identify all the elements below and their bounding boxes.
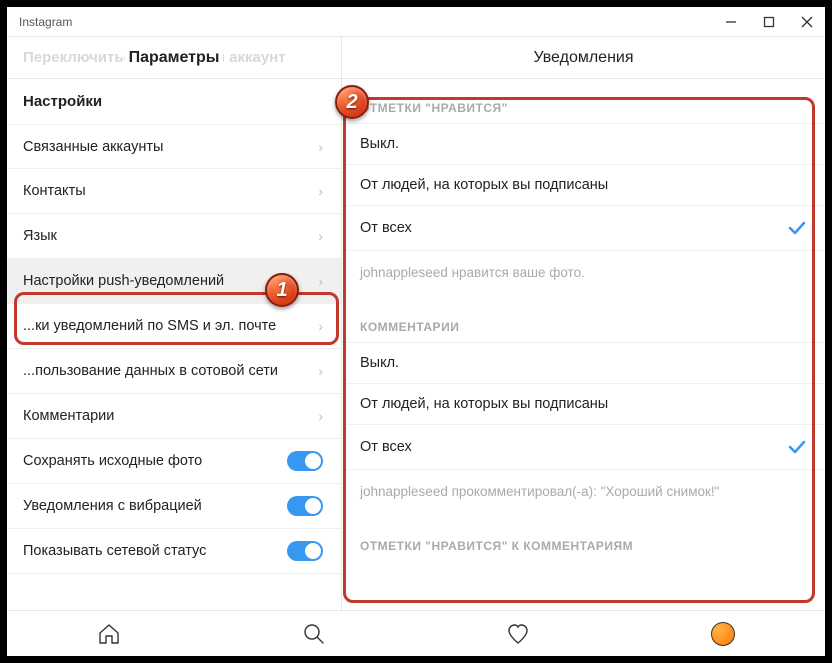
toggle-switch[interactable] — [287, 451, 323, 471]
option-label: От всех — [360, 220, 412, 236]
content-scroll[interactable]: ОТМЕТКИ "НРАВИТСЯ" Выкл. От людей, на ко… — [342, 79, 825, 617]
minimize-button[interactable] — [721, 12, 741, 32]
sidebar-item-show-online-status[interactable]: Показывать сетевой статус — [7, 529, 341, 574]
option-comments-off[interactable]: Выкл. — [342, 342, 825, 384]
nav-profile[interactable] — [710, 621, 736, 647]
content-panel: ОТМЕТКИ "НРАВИТСЯ" Выкл. От людей, на ко… — [342, 79, 825, 617]
nav-search[interactable] — [301, 621, 327, 647]
option-label: От всех — [360, 439, 412, 455]
chevron-right-icon: › — [318, 318, 323, 334]
option-likes-off[interactable]: Выкл. — [342, 123, 825, 165]
header-right: Уведомления — [342, 37, 825, 78]
maximize-button[interactable] — [759, 12, 779, 32]
header-right-title: Уведомления — [533, 49, 633, 67]
window-controls — [721, 12, 817, 32]
chevron-right-icon: › — [318, 183, 323, 199]
nav-activity[interactable] — [505, 621, 531, 647]
sidebar-item-sms-email-notifications[interactable]: ...ки уведомлений по SMS и эл. почте › — [7, 304, 341, 349]
sidebar-item-save-original-photos[interactable]: Сохранять исходные фото — [7, 439, 341, 484]
close-button[interactable] — [797, 12, 817, 32]
chevron-right-icon: › — [318, 228, 323, 244]
option-label: Выкл. — [360, 136, 399, 152]
sidebar-item-label: Показывать сетевой статус — [23, 543, 206, 559]
chevron-right-icon: › — [318, 408, 323, 424]
option-label: От людей, на которых вы подписаны — [360, 177, 608, 193]
profile-avatar-icon — [711, 622, 735, 646]
section-title-comments: КОММЕНТАРИИ — [342, 298, 825, 342]
sidebar-item-label: Связанные аккаунты — [23, 139, 163, 155]
sidebar-item-label: ...пользование данных в сотовой сети — [23, 363, 278, 379]
option-label: Выкл. — [360, 355, 399, 371]
sidebar-item-push-notifications[interactable]: Настройки push-уведомлений › — [7, 259, 341, 304]
toggle-switch[interactable] — [287, 496, 323, 516]
option-comments-following[interactable]: От людей, на которых вы подписаны — [342, 384, 825, 425]
chevron-right-icon: › — [318, 363, 323, 379]
chevron-right-icon: › — [318, 273, 323, 289]
check-icon — [787, 218, 807, 238]
sidebar-item-label: Настройки push-уведомлений — [23, 273, 224, 289]
toggle-switch[interactable] — [287, 541, 323, 561]
sidebar-item-language[interactable]: Язык › — [7, 214, 341, 259]
sidebar-item-label: ...ки уведомлений по SMS и эл. почте — [23, 318, 276, 334]
option-comments-everyone[interactable]: От всех — [342, 425, 825, 470]
sidebar-item-cellular-data[interactable]: ...пользование данных в сотовой сети › — [7, 349, 341, 394]
header-left-title: Параметры — [125, 49, 224, 67]
option-label: От людей, на которых вы подписаны — [360, 396, 608, 412]
section-hint-comments: johnappleseed прокомментировал(-а): "Хор… — [342, 470, 825, 517]
sidebar-item-label: Сохранять исходные фото — [23, 453, 202, 469]
header-left: Переключиться на личный аккаунт Параметр… — [7, 37, 342, 78]
sidebar-item-label: Комментарии — [23, 408, 114, 424]
option-likes-following[interactable]: От людей, на которых вы подписаны — [342, 165, 825, 206]
chevron-right-icon: › — [318, 139, 323, 155]
sidebar-item-contacts[interactable]: Контакты › — [7, 169, 341, 214]
main: Настройки Связанные аккаунты › Контакты … — [7, 79, 825, 617]
app-title: Instagram — [19, 15, 72, 29]
header-row: Переключиться на личный аккаунт Параметр… — [7, 37, 825, 79]
sidebar-heading: Настройки — [7, 79, 341, 124]
section-hint-likes: johnappleseed нравится ваше фото. — [342, 251, 825, 298]
nav-home[interactable] — [96, 621, 122, 647]
sidebar-item-label: Контакты — [23, 183, 86, 199]
sidebar-item-label: Язык — [23, 228, 57, 244]
section-title-likes: ОТМЕТКИ "НРАВИТСЯ" — [342, 79, 825, 123]
sidebar-item-label: Уведомления с вибрацией — [23, 498, 202, 514]
option-likes-everyone[interactable]: От всех — [342, 206, 825, 251]
section-title-comment-likes: ОТМЕТКИ "НРАВИТСЯ" К КОММЕНТАРИЯМ — [342, 517, 825, 561]
bottom-nav — [7, 610, 825, 656]
check-icon — [787, 437, 807, 457]
window-titlebar: Instagram — [7, 7, 825, 37]
sidebar-item-comments[interactable]: Комментарии › — [7, 394, 341, 439]
sidebar-item-linked-accounts[interactable]: Связанные аккаунты › — [7, 124, 341, 169]
sidebar-item-vibration-notifications[interactable]: Уведомления с вибрацией — [7, 484, 341, 529]
sidebar: Настройки Связанные аккаунты › Контакты … — [7, 79, 342, 617]
